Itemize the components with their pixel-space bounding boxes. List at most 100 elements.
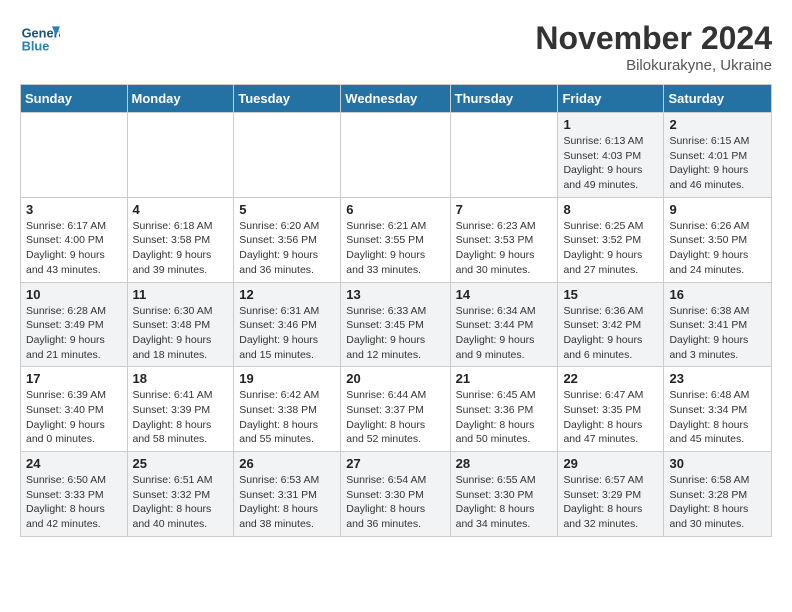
day-cell: 14 Sunrise: 6:34 AMSunset: 3:44 PMDayligh… xyxy=(450,282,558,367)
day-cell: 20 Sunrise: 6:44 AMSunset: 3:37 PMDayligh… xyxy=(341,367,450,452)
day-number: 4 xyxy=(133,202,229,217)
day-header-saturday: Saturday xyxy=(664,85,772,113)
day-header-tuesday: Tuesday xyxy=(234,85,341,113)
day-number: 15 xyxy=(563,287,658,302)
day-cell: 8Sunrise: 6:25 AMSunset: 3:52 PMDaylight… xyxy=(558,197,664,282)
day-cell: 30Sunrise: 6:58 AMSunset: 3:28 PMDayligh… xyxy=(664,452,772,537)
week-row-3: 10 Sunrise: 6:28 AMSunset: 3:49 PMDayligh… xyxy=(21,282,772,367)
day-cell: 15Sunrise: 6:36 AMSunset: 3:42 PMDayligh… xyxy=(558,282,664,367)
day-cell xyxy=(234,113,341,198)
day-info: Sunrise: 6:55 AMSunset: 3:30 PMDaylight:… xyxy=(456,473,553,532)
day-info: Sunrise: 6:57 AMSunset: 3:29 PMDaylight:… xyxy=(563,473,658,532)
day-number: 6 xyxy=(346,202,444,217)
day-info: Sunrise: 6:47 AMSunset: 3:35 PMDaylight:… xyxy=(563,388,658,447)
day-cell: 22 Sunrise: 6:47 AMSunset: 3:35 PMDayligh… xyxy=(558,367,664,452)
day-cell: 11 Sunrise: 6:30 AMSunset: 3:48 PMDayligh… xyxy=(127,282,234,367)
day-cell: 1Sunrise: 6:13 AMSunset: 4:03 PMDaylight… xyxy=(558,113,664,198)
day-info: Sunrise: 6:34 AMSunset: 3:44 PMDaylight:… xyxy=(456,304,553,363)
day-cell: 10 Sunrise: 6:28 AMSunset: 3:49 PMDayligh… xyxy=(21,282,128,367)
day-info: Sunrise: 6:15 AMSunset: 4:01 PMDaylight:… xyxy=(669,134,766,193)
day-info: Sunrise: 6:44 AMSunset: 3:37 PMDaylight:… xyxy=(346,388,444,447)
day-header-monday: Monday xyxy=(127,85,234,113)
day-cell: 7 Sunrise: 6:23 AMSunset: 3:53 PMDaylight… xyxy=(450,197,558,282)
day-number: 26 xyxy=(239,456,335,471)
day-info: Sunrise: 6:42 AMSunset: 3:38 PMDaylight:… xyxy=(239,388,335,447)
day-header-thursday: Thursday xyxy=(450,85,558,113)
day-info: Sunrise: 6:20 AMSunset: 3:56 PMDaylight:… xyxy=(239,219,335,278)
day-info: Sunrise: 6:51 AMSunset: 3:32 PMDaylight:… xyxy=(133,473,229,532)
day-number: 29 xyxy=(563,456,658,471)
day-cell: 16Sunrise: 6:38 AMSunset: 3:41 PMDayligh… xyxy=(664,282,772,367)
day-info: Sunrise: 6:28 AMSunset: 3:49 PMDaylight:… xyxy=(26,304,122,363)
day-number: 17 xyxy=(26,371,122,386)
day-number: 13 xyxy=(346,287,444,302)
logo-icon: General Blue xyxy=(20,20,60,60)
week-row-4: 17 Sunrise: 6:39 AMSunset: 3:40 PMDayligh… xyxy=(21,367,772,452)
day-cell: 9Sunrise: 6:26 AMSunset: 3:50 PMDaylight… xyxy=(664,197,772,282)
day-number: 25 xyxy=(133,456,229,471)
day-number: 5 xyxy=(239,202,335,217)
day-number: 27 xyxy=(346,456,444,471)
day-cell: 19Sunrise: 6:42 AMSunset: 3:38 PMDayligh… xyxy=(234,367,341,452)
day-number: 7 xyxy=(456,202,553,217)
week-row-2: 3 Sunrise: 6:17 AMSunset: 4:00 PMDaylight… xyxy=(21,197,772,282)
day-number: 20 xyxy=(346,371,444,386)
day-cell: 24 Sunrise: 6:50 AMSunset: 3:33 PMDayligh… xyxy=(21,452,128,537)
day-info: Sunrise: 6:41 AMSunset: 3:39 PMDaylight:… xyxy=(133,388,229,447)
day-info: Sunrise: 6:58 AMSunset: 3:28 PMDaylight:… xyxy=(669,473,766,532)
day-number: 23 xyxy=(669,371,766,386)
title-block: November 2024 Bilokurakyne, Ukraine xyxy=(535,20,772,74)
day-header-wednesday: Wednesday xyxy=(341,85,450,113)
day-cell: 12 Sunrise: 6:31 AMSunset: 3:46 PMDayligh… xyxy=(234,282,341,367)
calendar-table: SundayMondayTuesdayWednesdayThursdayFrid… xyxy=(20,84,772,537)
day-cell: 3 Sunrise: 6:17 AMSunset: 4:00 PMDaylight… xyxy=(21,197,128,282)
day-number: 3 xyxy=(26,202,122,217)
day-number: 28 xyxy=(456,456,553,471)
page-header: General Blue November 2024 Bilokurakyne,… xyxy=(20,20,772,74)
day-info: Sunrise: 6:30 AMSunset: 3:48 PMDaylight:… xyxy=(133,304,229,363)
day-info: Sunrise: 6:17 AMSunset: 4:00 PMDaylight:… xyxy=(26,219,122,278)
day-info: Sunrise: 6:18 AMSunset: 3:58 PMDaylight:… xyxy=(133,219,229,278)
day-info: Sunrise: 6:38 AMSunset: 3:41 PMDaylight:… xyxy=(669,304,766,363)
logo: General Blue xyxy=(20,20,60,60)
day-info: Sunrise: 6:50 AMSunset: 3:33 PMDaylight:… xyxy=(26,473,122,532)
calendar-body: 1Sunrise: 6:13 AMSunset: 4:03 PMDaylight… xyxy=(21,113,772,537)
day-cell: 4 Sunrise: 6:18 AMSunset: 3:58 PMDaylight… xyxy=(127,197,234,282)
day-cell: 29 Sunrise: 6:57 AMSunset: 3:29 PMDayligh… xyxy=(558,452,664,537)
day-number: 24 xyxy=(26,456,122,471)
day-cell xyxy=(127,113,234,198)
day-cell xyxy=(450,113,558,198)
day-info: Sunrise: 6:21 AMSunset: 3:55 PMDaylight:… xyxy=(346,219,444,278)
day-number: 12 xyxy=(239,287,335,302)
day-cell: 5 Sunrise: 6:20 AMSunset: 3:56 PMDaylight… xyxy=(234,197,341,282)
location-subtitle: Bilokurakyne, Ukraine xyxy=(535,57,772,74)
day-info: Sunrise: 6:31 AMSunset: 3:46 PMDaylight:… xyxy=(239,304,335,363)
day-cell: 17 Sunrise: 6:39 AMSunset: 3:40 PMDayligh… xyxy=(21,367,128,452)
day-info: Sunrise: 6:45 AMSunset: 3:36 PMDaylight:… xyxy=(456,388,553,447)
day-info: Sunrise: 6:25 AMSunset: 3:52 PMDaylight:… xyxy=(563,219,658,278)
day-number: 1 xyxy=(563,117,658,132)
day-number: 18 xyxy=(133,371,229,386)
day-cell: 13Sunrise: 6:33 AMSunset: 3:45 PMDayligh… xyxy=(341,282,450,367)
svg-text:Blue: Blue xyxy=(22,38,50,53)
day-info: Sunrise: 6:23 AMSunset: 3:53 PMDaylight:… xyxy=(456,219,553,278)
day-info: Sunrise: 6:39 AMSunset: 3:40 PMDaylight:… xyxy=(26,388,122,447)
day-cell: 23Sunrise: 6:48 AMSunset: 3:34 PMDayligh… xyxy=(664,367,772,452)
week-row-5: 24 Sunrise: 6:50 AMSunset: 3:33 PMDayligh… xyxy=(21,452,772,537)
day-number: 2 xyxy=(669,117,766,132)
day-number: 11 xyxy=(133,287,229,302)
day-cell xyxy=(21,113,128,198)
day-cell: 26 Sunrise: 6:53 AMSunset: 3:31 PMDayligh… xyxy=(234,452,341,537)
day-number: 14 xyxy=(456,287,553,302)
week-row-1: 1Sunrise: 6:13 AMSunset: 4:03 PMDaylight… xyxy=(21,113,772,198)
day-cell: 28 Sunrise: 6:55 AMSunset: 3:30 PMDayligh… xyxy=(450,452,558,537)
day-header-sunday: Sunday xyxy=(21,85,128,113)
calendar-header-row: SundayMondayTuesdayWednesdayThursdayFrid… xyxy=(21,85,772,113)
day-cell: 18 Sunrise: 6:41 AMSunset: 3:39 PMDayligh… xyxy=(127,367,234,452)
day-number: 22 xyxy=(563,371,658,386)
day-info: Sunrise: 6:54 AMSunset: 3:30 PMDaylight:… xyxy=(346,473,444,532)
day-header-friday: Friday xyxy=(558,85,664,113)
day-info: Sunrise: 6:53 AMSunset: 3:31 PMDaylight:… xyxy=(239,473,335,532)
day-number: 10 xyxy=(26,287,122,302)
day-cell xyxy=(341,113,450,198)
